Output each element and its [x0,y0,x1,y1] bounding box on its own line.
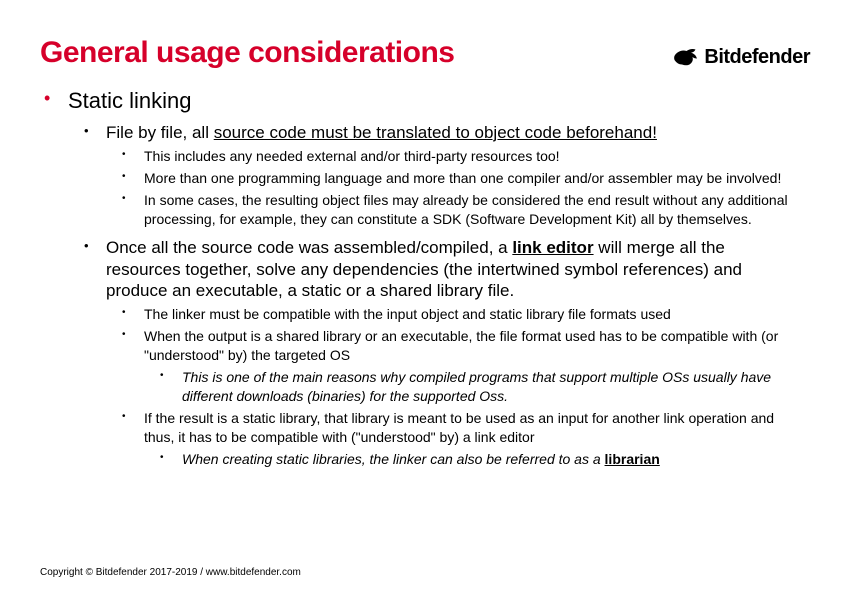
l2-heading: File by file, all source code must be tr… [106,123,657,142]
bullet-l1: Static linking File by file, all source … [40,88,802,469]
bullet-l3: In some cases, the resulting object file… [114,191,802,229]
l3-text: If the result is a static library, that … [144,410,774,445]
l3-text: More than one programming language and m… [144,170,781,186]
text-span: When creating static libraries, the link… [182,451,605,467]
bullet-l3: The linker must be compatible with the i… [114,305,802,324]
bullet-l3: When the output is a shared library or a… [114,327,802,406]
bullet-l2: File by file, all source code must be tr… [76,122,802,229]
dragon-icon [670,42,700,72]
text-span: Once all the source code was assembled/c… [106,238,512,257]
l3-text: When the output is a shared library or a… [144,328,778,363]
text-span-boldunder: link editor [512,238,593,257]
brand-name: Bitdefender [704,46,810,69]
bullet-l4: This is one of the main reasons why comp… [152,368,802,406]
l3-text: The linker must be compatible with the i… [144,306,671,322]
text-span-boldunder: librarian [605,451,660,467]
brand-logo: Bitdefender [670,42,810,72]
bullet-l3: More than one programming language and m… [114,169,802,188]
l1-text: Static linking [68,88,192,113]
l2-heading: Once all the source code was assembled/c… [106,238,742,300]
footer-copyright: Copyright © Bitdefender 2017-2019 / www.… [40,567,301,578]
l3-text: In some cases, the resulting object file… [144,192,788,227]
bullet-l2: Once all the source code was assembled/c… [76,237,802,469]
bullet-l4: When creating static libraries, the link… [152,450,802,469]
l4-text: When creating static libraries, the link… [182,451,660,467]
bullet-l3: This includes any needed external and/or… [114,147,802,166]
bullet-l3: If the result is a static library, that … [114,409,802,469]
l3-text: This includes any needed external and/or… [144,148,560,164]
text-span-underline: source code must be translated to object… [214,123,657,142]
text-span: File by file, all [106,123,214,142]
l4-text: This is one of the main reasons why comp… [182,369,771,404]
